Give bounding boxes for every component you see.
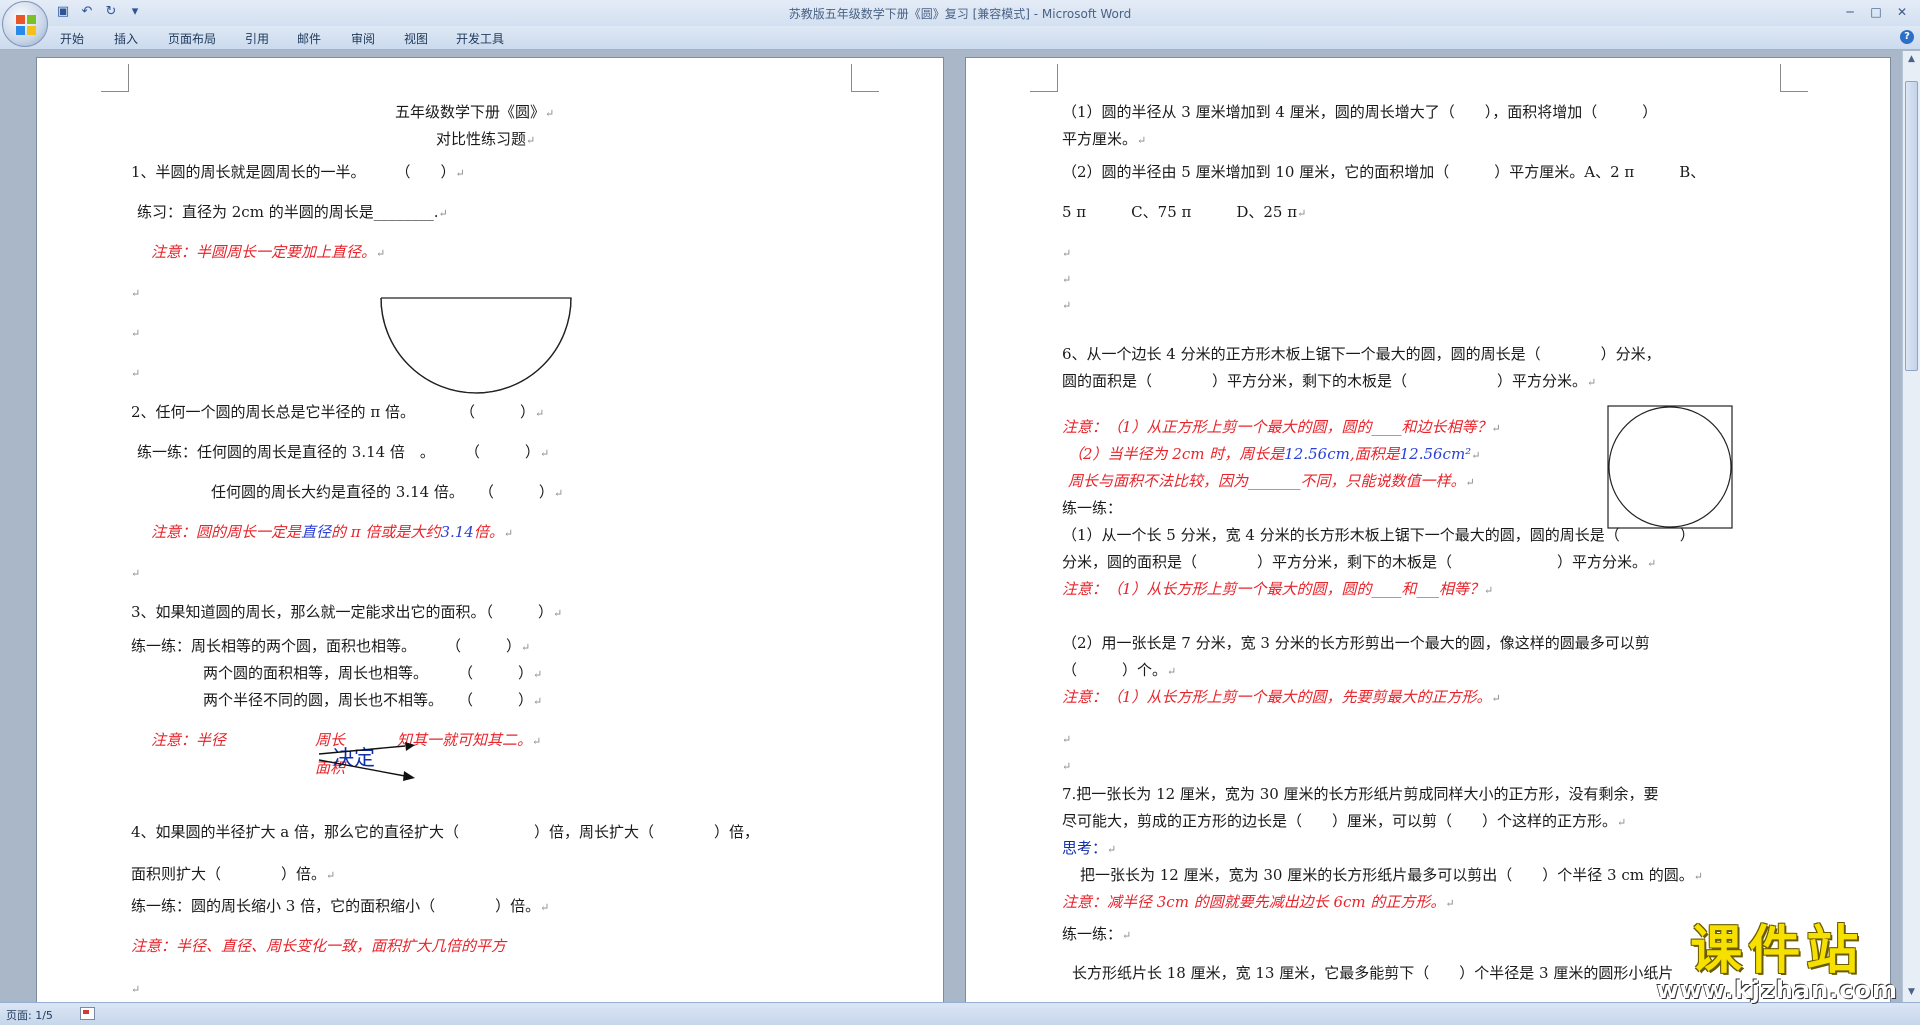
practice-2a: 练一练：任何圆的周长是直径的 3.14 倍 。 （ ）↵: [137, 443, 550, 461]
practice-6-2: （2）用一张长是 7 分米，宽 3 分米的长方形剪出一个最大的圆，像这样的圆最多…: [1062, 634, 1650, 652]
page-1: 五年级数学下册《圆》↵ 对比性练习题↵ 1、半圆的周长就是圆周长的一半。 （ ）…: [36, 57, 944, 1002]
note-6-practice: 注意：（1）从长方形上剪一个最大的圆，圆的____和___相等？↵: [1062, 580, 1494, 598]
question-1: 1、半圆的周长就是圆周长的一半。 （ ）↵: [131, 163, 465, 181]
empty-paragraph: ↵: [1062, 247, 1072, 260]
practice-7-label: 练一练：↵: [1062, 925, 1132, 943]
empty-paragraph: ↵: [131, 567, 141, 580]
note-6-3: 周长与面积不法比较，因为_______不同，只能说数值一样。↵: [1068, 472, 1475, 490]
scrollbar-thumb[interactable]: [1905, 81, 1918, 371]
watermark: 课件站 www.kjzhan.com: [1657, 922, 1898, 1004]
question-6: 6、从一个边长 4 分米的正方形木板上锯下一个最大的圆，圆的周长是（ ）分米，: [1062, 345, 1661, 363]
maximize-icon[interactable]: □: [1864, 2, 1888, 22]
practice-6-1: （1）从一个长 5 分米，宽 4 分米的长方形木板上锯下一个最大的圆，圆的周长是…: [1062, 526, 1695, 544]
status-bar: 页面: 1/5: [0, 1002, 1920, 1025]
tab-references[interactable]: 引用: [245, 30, 269, 47]
practice-7-line: 长方形纸片长 18 厘米，宽 13 厘米，它最多能剪下（ ）个半径是 3 厘米的…: [1072, 964, 1674, 982]
empty-paragraph: ↵: [1062, 299, 1072, 312]
question-7: 7.把一张长为 12 厘米，宽为 30 厘米的长方形纸片剪成同样大小的正方形，没…: [1062, 785, 1659, 803]
note-4: 注意：半径、直径、周长变化一致，面积扩大几倍的平方: [131, 937, 507, 955]
empty-paragraph: ↵: [131, 367, 141, 380]
scroll-up-icon[interactable]: ▲: [1905, 53, 1918, 66]
doc-title: 五年级数学下册《圆》↵: [395, 103, 555, 121]
empty-paragraph: ↵: [131, 983, 141, 996]
note-1: 注意：半圆周长一定要加上直径。↵: [151, 243, 386, 261]
right-q2b: 5 π C、75 π D、25 π↵: [1062, 203, 1307, 221]
vertical-scrollbar[interactable]: ▲ ▼: [1902, 51, 1920, 1002]
page-2: （1）圆的半径从 3 厘米增加到 4 厘米，圆的周长增大了（ ），面积将增加（ …: [965, 57, 1891, 1002]
title-bar: ▣ ↶ ↻ ▾ 苏教版五年级数学下册《圆》复习 [兼容模式] - Microso…: [0, 0, 1920, 26]
empty-paragraph: ↵: [1062, 273, 1072, 286]
tab-page-layout[interactable]: 页面布局: [168, 30, 216, 47]
question-4: 4、如果圆的半径扩大 a 倍，那么它的直径扩大（ ）倍，周长扩大（ ）倍，: [131, 823, 760, 841]
practice-2b: 任何圆的周长大约是直径的 3.14 倍。 （ ）↵: [211, 483, 564, 501]
note-6-2: （2）当半径为 2cm 时，周长是12.56cm,面积是12.56cm²↵: [1068, 445, 1481, 463]
question-2: 2、任何一个圆的周长总是它半径的 π 倍。 （ ）↵: [131, 403, 545, 421]
question-6b: 圆的面积是（ ）平方分米，剩下的木板是（ ）平方分米。↵: [1062, 372, 1597, 390]
note-2: 注意：圆的周长一定是直径的 π 倍或是大约3.14倍。↵: [151, 523, 514, 541]
question-7b: 尽可能大，剪成的正方形的边长是（ ）厘米，可以剪（ ）个这样的正方形。↵: [1062, 812, 1627, 830]
proofing-icon[interactable]: [80, 1007, 95, 1020]
semicircle-figure: [380, 297, 572, 394]
document-area[interactable]: 五年级数学下册《圆》↵ 对比性练习题↵ 1、半圆的周长就是圆周长的一半。 （ ）…: [0, 51, 1902, 1002]
think-label: 思考：↵: [1062, 839, 1117, 857]
note-6-practice-2: 注意：（1）从长方形上剪一个最大的圆，先要剪最大的正方形。↵: [1062, 688, 1501, 706]
tab-view[interactable]: 视图: [404, 30, 428, 47]
right-q1b: 平方厘米。↵: [1062, 130, 1147, 148]
practice-4: 练一练：圆的周长缩小 3 倍，它的面积缩小（ ）倍。↵: [131, 897, 550, 915]
empty-paragraph: ↵: [131, 287, 141, 300]
practice-6-1b: 分米，圆的面积是（ ）平方分米，剩下的木板是（ ）平方分米。↵: [1062, 553, 1657, 571]
watermark-url: www.kjzhan.com: [1656, 976, 1898, 1004]
tab-insert[interactable]: 插入: [114, 30, 138, 47]
practice-3a: 练一练：周长相等的两个圆，面积也相等。 （ ）↵: [131, 637, 531, 655]
practice-6-label: 练一练：: [1062, 499, 1123, 517]
minimize-icon[interactable]: ─: [1838, 2, 1862, 22]
think-note: 注意：减半径 3cm 的圆就要先减出边长 6cm 的正方形。↵: [1062, 893, 1455, 911]
window-title: 苏教版五年级数学下册《圆》复习 [兼容模式] - Microsoft Word: [788, 7, 1132, 21]
question-4b: 面积则扩大（ ）倍。↵: [131, 865, 336, 883]
office-button[interactable]: [2, 1, 48, 47]
right-q2: （2）圆的半径由 5 厘米增加到 10 厘米，它的面积增加（ ）平方厘米。A、2…: [1062, 163, 1706, 181]
scroll-down-icon[interactable]: ▼: [1905, 986, 1918, 999]
practice-6-2b: （ ）个。↵: [1062, 661, 1177, 679]
empty-paragraph: ↵: [1062, 760, 1072, 773]
empty-paragraph: ↵: [131, 327, 141, 340]
ribbon-tabs: 开始 插入 页面布局 引用 邮件 审阅 视图 开发工具: [0, 26, 1920, 50]
think-question: 把一张长为 12 厘米，宽为 30 厘米的长方形纸片最多可以剪出（ ）个半径 3…: [1080, 866, 1703, 884]
close-icon[interactable]: ✕: [1890, 2, 1914, 22]
tab-mailings[interactable]: 邮件: [297, 30, 321, 47]
margin-mark: [101, 64, 129, 92]
window-controls: ─ □ ✕: [1838, 2, 1914, 22]
office-logo-icon: [16, 15, 36, 35]
help-icon[interactable]: ?: [1900, 30, 1914, 44]
circle-in-square-figure: [1607, 405, 1733, 529]
tab-review[interactable]: 审阅: [351, 30, 375, 47]
note-3-rest: 知其一就可知其二。↵: [397, 731, 542, 749]
watermark-name: 课件站: [1690, 921, 1865, 981]
question-3: 3、如果知道圆的周长，那么就一定能求出它的面积。（ ）↵: [131, 603, 563, 621]
empty-paragraph: ↵: [1062, 733, 1072, 746]
doc-subtitle: 对比性练习题↵: [436, 130, 536, 148]
page-count[interactable]: 页面: 1/5: [6, 1007, 53, 1023]
margin-mark: [851, 64, 879, 92]
practice-3b: 两个圆的面积相等，周长也相等。 （ ）↵: [203, 664, 543, 682]
relation-arrows: [318, 742, 415, 781]
practice-3c: 两个半径不同的圆，周长也不相等。 （ ）↵: [203, 691, 543, 709]
practice-1: 练习：直径为 2cm 的半圆的周长是________.↵: [137, 203, 448, 221]
tab-home[interactable]: 开始: [60, 30, 84, 47]
margin-mark: [1030, 64, 1058, 92]
note-3-radius: 注意：半径: [151, 731, 227, 749]
note-6-1: 注意：（1）从正方形上剪一个最大的圆，圆的____和边长相等？↵: [1062, 418, 1501, 436]
tab-developer[interactable]: 开发工具: [456, 30, 504, 47]
margin-mark: [1780, 64, 1808, 92]
right-q1: （1）圆的半径从 3 厘米增加到 4 厘米，圆的周长增大了（ ），面积将增加（ …: [1062, 103, 1658, 121]
